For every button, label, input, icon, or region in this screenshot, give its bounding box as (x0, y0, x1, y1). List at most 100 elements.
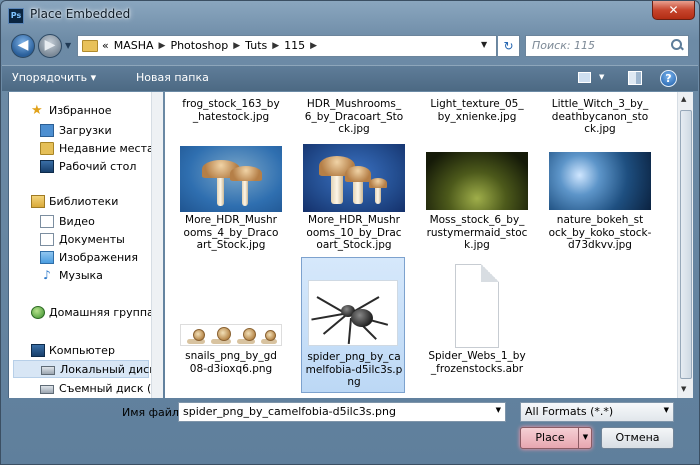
file-item[interactable]: Moss_stock_6_by_ rustymermaid_stoc k.jpg (419, 144, 535, 259)
sidebar-item-label: Музыка (59, 269, 103, 282)
breadcrumb-overflow[interactable]: « (102, 39, 109, 52)
sidebar-item-pictures[interactable]: Изображения (9, 249, 149, 267)
sidebar-item-documents[interactable]: Документы (9, 231, 149, 249)
file-item[interactable]: frog_stock_163_by _hatestock.jpg (173, 92, 289, 132)
sidebar-item-video[interactable]: Видео (9, 213, 149, 231)
filename-field[interactable]: spider_png_by_camelfobia-d5ilc3s.png ▼ (178, 402, 506, 422)
close-button[interactable]: ✕ (652, 1, 695, 20)
cancel-button[interactable]: Отмена (601, 427, 674, 449)
filename-dropdown-icon[interactable]: ▼ (496, 406, 501, 414)
sidebar-item-desktop[interactable]: Рабочий стол (9, 158, 149, 176)
chevron-right-icon[interactable]: ▶ (233, 41, 240, 51)
place-options-dropdown-icon[interactable]: ▼ (578, 427, 592, 449)
preview-pane-icon[interactable] (628, 71, 642, 85)
sidebar-item-label: Библиотеки (49, 195, 119, 208)
refresh-button[interactable]: ↻ (498, 35, 520, 57)
sidebar-item-computer[interactable]: Компьютер (9, 342, 149, 360)
file-name: Little_Witch_3_by_ deathbycanon_sto ck.jpg (551, 98, 649, 135)
file-item[interactable]: nature_bokeh_st ock_by_koko_stock-d73dkvv… (542, 144, 658, 259)
sidebar-item-local-disk[interactable]: Локальный диск (13, 360, 151, 378)
downloads-folder-icon (40, 124, 54, 137)
window-title: Place Embedded (30, 7, 131, 21)
search-icon (671, 39, 683, 51)
place-embedded-dialog: Ps Place Embedded ✕ ◀ ▶ ▼ « MASHA ▶ Phot… (0, 0, 700, 465)
history-dropdown-icon[interactable]: ▼ (65, 41, 71, 50)
navigation-bar: ◀ ▶ ▼ « MASHA ▶ Photoshop ▶ Tuts ▶ 115 ▶… (7, 31, 695, 61)
sidebar-item-music[interactable]: ♪ Музыка (9, 267, 149, 285)
file-name: spider_png_by_ca melfobia-d5ilc3s.p ng (305, 351, 403, 388)
view-icon[interactable] (578, 72, 591, 83)
file-name: More_HDR_Mushr ooms_10_by_Drac oart_Stock.… (306, 214, 402, 251)
star-icon: ★ (31, 103, 43, 118)
file-item[interactable]: More_HDR_Mushr ooms_4_by_Draco art_Stock.j… (173, 144, 289, 259)
sidebar-item-label: Загрузки (59, 124, 112, 137)
sidebar-item-recent-places[interactable]: Недавние места (9, 140, 151, 158)
sidebar-item-libraries[interactable]: Библиотеки (9, 193, 149, 211)
sidebar-item-homegroup[interactable]: Домашняя группа (9, 304, 151, 322)
file-list-scrollbar[interactable]: ▲ ▼ (677, 92, 693, 398)
title-bar: Ps Place Embedded ✕ (1, 1, 700, 29)
file-name: frog_stock_163_by _hatestock.jpg (182, 98, 280, 123)
sidebar-item-label: Изображения (59, 251, 138, 264)
address-dropdown-icon[interactable]: ▼ (481, 40, 487, 49)
file-name: Moss_stock_6_by_ rustymermaid_stoc k.jpg (426, 214, 528, 251)
file-name: Spider_Webs_1_by _frozenstocks.abr (428, 350, 526, 375)
sidebar-item-label: Избранное (49, 104, 112, 117)
help-button[interactable]: ? (660, 70, 677, 87)
sidebar-item-downloads[interactable]: Загрузки (9, 122, 149, 140)
sidebar-item-label: Рабочий стол (59, 160, 137, 173)
navigation-pane-scrollbar[interactable] (151, 92, 163, 398)
back-button[interactable]: ◀ (11, 34, 35, 58)
organize-menu[interactable]: Упорядочить ▾ (12, 71, 96, 84)
breadcrumb-tuts[interactable]: Tuts (245, 39, 267, 52)
video-library-icon (40, 215, 54, 228)
file-item-selected[interactable]: spider_png_by_ca melfobia-d5ilc3s.p ng (301, 257, 405, 393)
navigation-pane: ★ Избранное Загрузки Недавние места Рабо… (8, 92, 151, 398)
address-bar[interactable]: « MASHA ▶ Photoshop ▶ Tuts ▶ 115 ▶ ▼ (77, 35, 497, 57)
scroll-up-icon[interactable]: ▲ (681, 95, 686, 103)
chevron-right-icon[interactable]: ▶ (272, 41, 279, 51)
file-item[interactable]: Spider_Webs_1_by _frozenstocks.abr (419, 262, 535, 382)
breadcrumb-115[interactable]: 115 (284, 39, 305, 52)
file-item[interactable]: More_HDR_Mushr ooms_10_by_Drac oart_Stock.… (296, 144, 412, 259)
file-name: nature_bokeh_st ock_by_koko_stock-d73dkvv… (548, 214, 652, 251)
breadcrumb-photoshop[interactable]: Photoshop (170, 39, 228, 52)
local-disk-icon (41, 366, 55, 375)
file-thumbnail (549, 152, 651, 210)
search-input[interactable]: Поиск: 115 (525, 35, 689, 57)
file-name: HDR_Mushrooms_ 6_by_Dracoart_Sto ck.jpg (304, 98, 404, 135)
breadcrumb-masha[interactable]: MASHA (114, 39, 154, 52)
new-folder-button[interactable]: Новая папка (136, 71, 209, 84)
file-list: frog_stock_163_by _hatestock.jpg HDR_Mush… (165, 92, 677, 398)
file-item[interactable]: Little_Witch_3_by_ deathbycanon_sto ck.jpg (542, 92, 658, 137)
documents-library-icon (40, 233, 54, 246)
sidebar-item-label: Локальный диск (60, 363, 151, 376)
file-thumbnail (426, 152, 528, 210)
forward-button[interactable]: ▶ (38, 34, 62, 58)
file-item[interactable]: snails_png_by_gd 08-d3ioxq6.png (173, 262, 289, 382)
pictures-library-icon (40, 251, 54, 264)
sidebar-item-label: Компьютер (49, 344, 115, 357)
sidebar-item-removable-disk[interactable]: Съемный диск (E (9, 380, 151, 398)
file-item[interactable]: Light_texture_05_ by_xnienke.jpg (419, 92, 535, 132)
file-name: More_HDR_Mushr ooms_4_by_Draco art_Stock.j… (183, 214, 279, 251)
view-dropdown-icon[interactable]: ▼ (599, 73, 604, 81)
command-toolbar: Упорядочить ▾ Новая папка ▼ ? (2, 65, 698, 91)
file-name: Light_texture_05_ by_xnienke.jpg (430, 98, 524, 123)
sidebar-item-label: Домашняя группа (49, 306, 151, 319)
file-thumbnail (180, 146, 282, 212)
libraries-icon (31, 195, 45, 208)
file-item[interactable]: HDR_Mushrooms_ 6_by_Dracoart_Sto ck.jpg (296, 92, 412, 137)
music-library-icon: ♪ (43, 268, 51, 282)
format-dropdown-icon[interactable]: ▼ (664, 406, 669, 414)
sidebar-item-label: Недавние места (59, 142, 151, 155)
chevron-right-icon[interactable]: ▶ (310, 41, 317, 51)
sidebar-item-favorites[interactable]: ★ Избранное (9, 102, 149, 120)
document-icon (455, 264, 499, 348)
sidebar-item-label: Съемный диск (E (59, 382, 151, 395)
scrollbar-thumb[interactable] (680, 110, 692, 379)
chevron-right-icon[interactable]: ▶ (159, 41, 166, 51)
file-format-select[interactable]: All Formats (*.*) ▼ (520, 402, 674, 422)
removable-disk-icon (40, 385, 54, 394)
scroll-down-icon[interactable]: ▼ (681, 385, 686, 393)
